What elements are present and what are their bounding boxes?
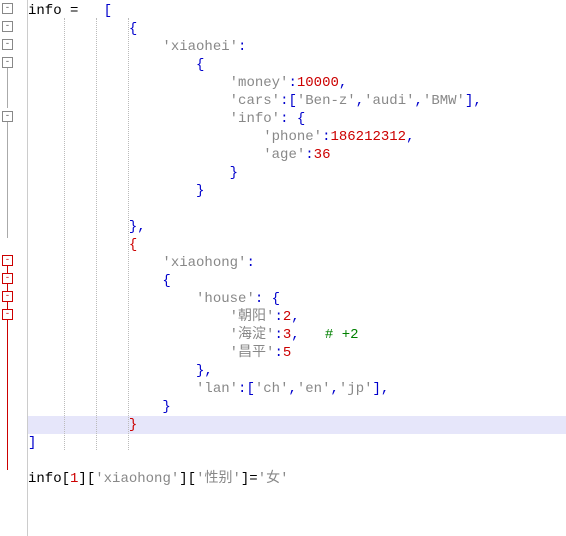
code-line: info[1]['xiaohong']['性别']='女' xyxy=(28,470,566,488)
code-line: 'xiaohei': xyxy=(28,38,566,56)
fold-box[interactable]: - xyxy=(2,57,13,68)
code-line: { xyxy=(28,56,566,74)
code-line: { xyxy=(28,272,566,290)
code-line: { xyxy=(28,20,566,38)
bottom-statement: info[1]['xiaohong']['性别']='女' xyxy=(28,471,289,487)
code-line: } xyxy=(28,182,566,200)
code-line: { xyxy=(28,236,566,254)
fold-box[interactable]: - xyxy=(2,3,13,14)
code-line: } xyxy=(28,398,566,416)
code-line-current: } xyxy=(28,416,566,434)
fold-box[interactable]: - xyxy=(2,255,13,266)
fold-gutter: - - - - - - - - - xyxy=(0,0,28,536)
code-line: 'age':36 xyxy=(28,146,566,164)
fold-box[interactable]: - xyxy=(2,39,13,50)
code-line: }, xyxy=(28,218,566,236)
code-line: 'money':10000, xyxy=(28,74,566,92)
fold-box[interactable]: - xyxy=(2,111,13,122)
code-line: } xyxy=(28,164,566,182)
code-line: 'xiaohong': xyxy=(28,254,566,272)
code-line xyxy=(28,452,566,470)
code-line: 'phone':186212312, xyxy=(28,128,566,146)
fold-box[interactable]: - xyxy=(2,21,13,32)
code-line: }, xyxy=(28,362,566,380)
code-line: '昌平':5 xyxy=(28,344,566,362)
fold-box[interactable]: - xyxy=(2,291,13,302)
code-line: ] xyxy=(28,434,566,452)
code-line: 'info': { xyxy=(28,110,566,128)
fold-box[interactable]: - xyxy=(2,273,13,284)
code-area[interactable]: info = [ { 'xiaohei': { 'money':10000, '… xyxy=(28,0,566,536)
code-line: 'house': { xyxy=(28,290,566,308)
code-line: '朝阳':2, xyxy=(28,308,566,326)
code-line: info = [ xyxy=(28,2,566,20)
variable: info xyxy=(28,3,62,19)
code-line: 'cars':['Ben-z','audi','BMW'], xyxy=(28,92,566,110)
code-line: 'lan':['ch','en','jp'], xyxy=(28,380,566,398)
code-line xyxy=(28,200,566,218)
code-line: '海淀':3, # +2 xyxy=(28,326,566,344)
fold-box[interactable]: - xyxy=(2,309,13,320)
